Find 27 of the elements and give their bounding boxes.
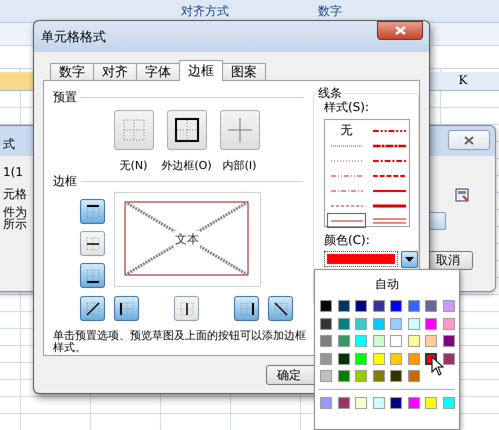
preset-label: 外边框(O)	[161, 158, 212, 173]
preview-text: 文本	[174, 231, 200, 248]
column-header: K	[458, 72, 469, 89]
label: 件为	[3, 206, 27, 219]
label: 1(1	[3, 166, 23, 179]
group-label: 数字	[317, 3, 343, 20]
window-title: 单元格格式	[41, 28, 106, 46]
label: 所示	[3, 218, 27, 231]
tab[interactable]: 数字	[50, 63, 94, 80]
label: 元格	[3, 188, 27, 201]
line-style-option[interactable]: 无	[327, 123, 366, 138]
tab[interactable]: 对齐	[93, 63, 137, 80]
group-label: 预置	[53, 88, 77, 106]
group-label: 边框	[53, 172, 77, 190]
color-label: 颜色(C):	[324, 232, 371, 249]
menu-item[interactable]: 自动	[375, 276, 399, 292]
style-label: 样式(S):	[324, 99, 370, 116]
tab[interactable]: 字体	[136, 63, 180, 80]
group-label: 对齐方式	[180, 3, 230, 20]
cancel-button[interactable]: 取消	[427, 251, 473, 270]
preset-label: 无(N)	[120, 158, 148, 173]
label: 式	[3, 138, 15, 151]
tab[interactable]: 图案	[222, 63, 266, 80]
hint-text: 单击预置选项、预览草图及上面的按钮可以添加边框样式。	[53, 330, 307, 354]
preset-label: 内部(I)	[222, 158, 256, 173]
tab[interactable]: 边框	[179, 60, 223, 81]
group-label: 线条	[317, 85, 343, 102]
